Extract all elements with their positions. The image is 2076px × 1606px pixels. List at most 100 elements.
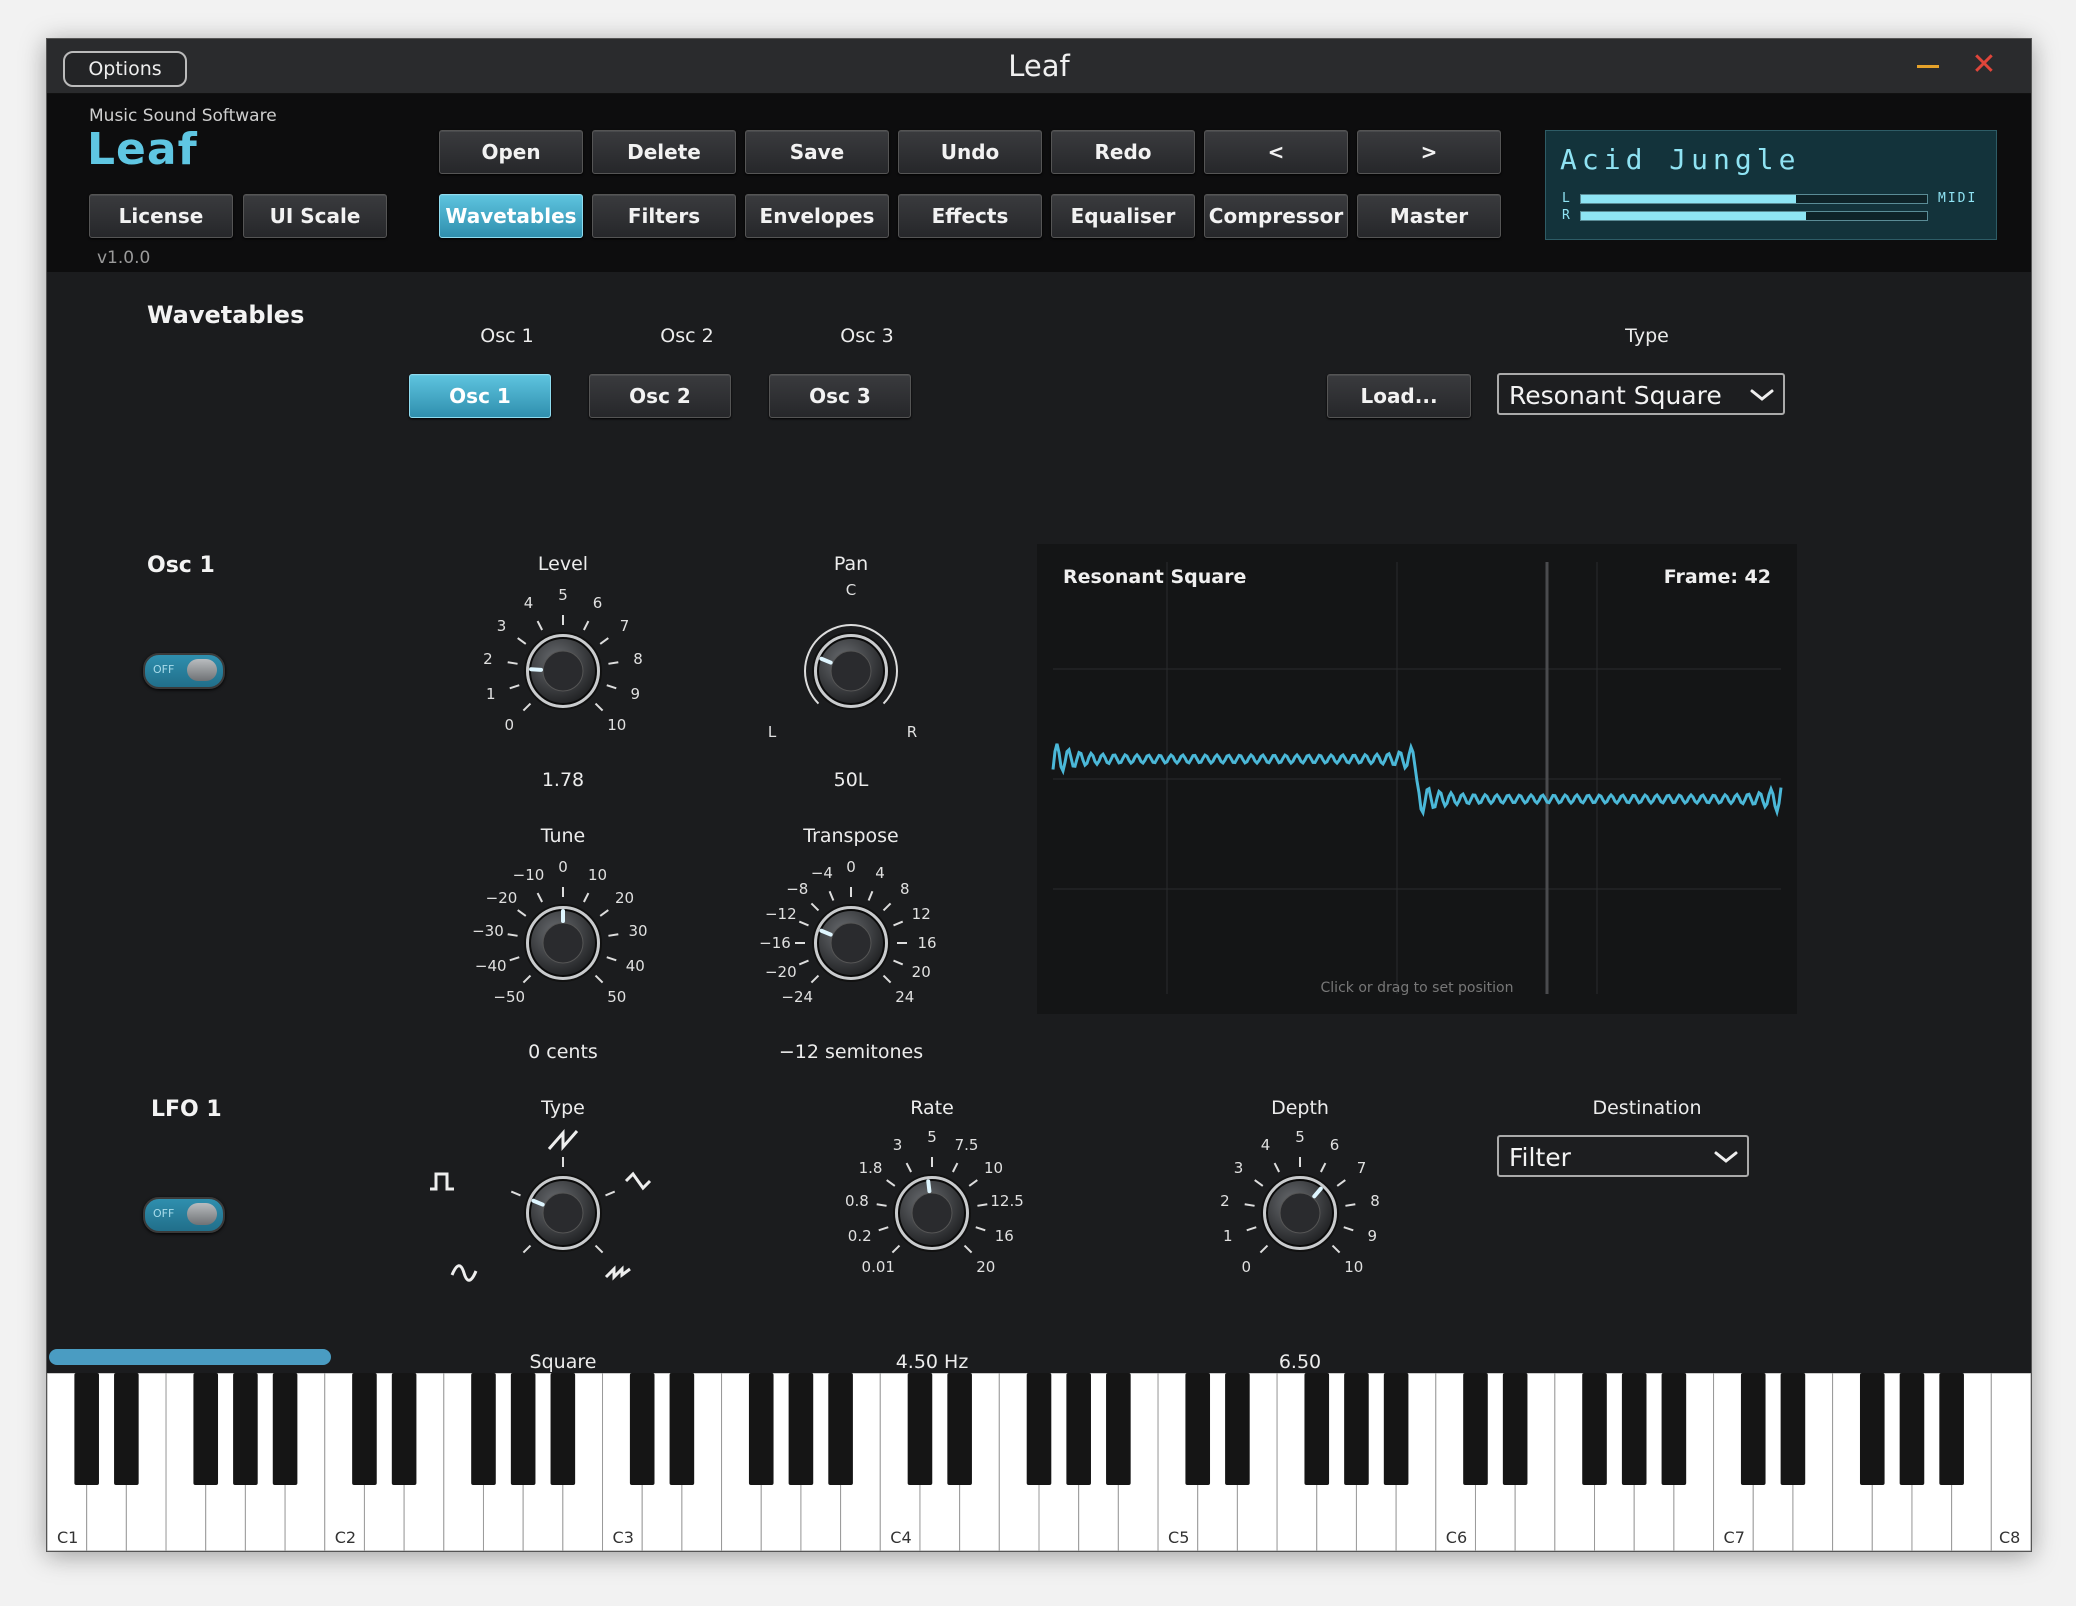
ui-scale-button[interactable]: UI Scale — [243, 194, 387, 238]
wavetable-type-dropdown[interactable]: Resonant Square — [1497, 373, 1785, 415]
knob-tick-mark — [828, 890, 835, 901]
square-wave-icon — [430, 1172, 454, 1191]
black-key[interactable] — [1344, 1373, 1369, 1485]
black-key[interactable] — [193, 1373, 219, 1485]
black-key[interactable] — [788, 1373, 814, 1485]
piano-keys[interactable]: C1 C2 C3 C4 C5 C6 C7 C8 — [47, 1373, 2031, 1551]
black-key[interactable] — [1383, 1373, 1409, 1485]
knob-tick-label: 2 — [1220, 1192, 1230, 1211]
knob-cap — [911, 1192, 953, 1234]
black-key[interactable] — [907, 1373, 933, 1485]
knob-tick-label: 4 — [875, 863, 885, 882]
preset-display: Acid Jungle L R MIDI — [1545, 130, 1997, 240]
open-button[interactable]: Open — [439, 130, 583, 174]
knob-cap — [1279, 1192, 1321, 1234]
black-key[interactable] — [1502, 1373, 1528, 1485]
black-key[interactable] — [510, 1373, 536, 1485]
knob-tick-mark — [882, 902, 892, 912]
black-key[interactable] — [1185, 1373, 1211, 1485]
tab-envelopes[interactable]: Envelopes — [745, 194, 889, 238]
tab-effects[interactable]: Effects — [898, 194, 1042, 238]
osc1-power-toggle[interactable]: OFF — [143, 653, 225, 689]
osc1-select-button[interactable]: Osc 1 — [409, 374, 551, 418]
osc3-select-button[interactable]: Osc 3 — [769, 374, 911, 418]
knob-tick-mark — [594, 974, 604, 984]
black-key[interactable] — [1106, 1373, 1131, 1485]
black-key[interactable] — [1661, 1373, 1687, 1485]
save-button[interactable]: Save — [745, 130, 889, 174]
black-key[interactable] — [74, 1373, 99, 1485]
pan-knob[interactable] — [786, 606, 916, 736]
osc2-select-button[interactable]: Osc 2 — [589, 374, 731, 418]
osc1-toggle-label: OFF — [153, 663, 175, 676]
sine-wave-icon — [450, 1264, 478, 1282]
tab-filters[interactable]: Filters — [592, 194, 736, 238]
minimize-icon[interactable] — [1917, 65, 1939, 68]
black-key[interactable] — [550, 1373, 576, 1485]
knob-tick-label: 8 — [633, 650, 643, 669]
black-key[interactable] — [1780, 1373, 1806, 1485]
wavetable-type-value: Resonant Square — [1509, 381, 1722, 410]
black-key[interactable] — [629, 1373, 655, 1485]
next-preset-button[interactable]: > — [1357, 130, 1501, 174]
license-button[interactable]: License — [89, 194, 233, 238]
black-key[interactable] — [114, 1373, 139, 1485]
black-key[interactable] — [1582, 1373, 1607, 1485]
knob-tick-mark — [510, 1190, 521, 1197]
black-key[interactable] — [1026, 1373, 1052, 1485]
black-key[interactable] — [1859, 1373, 1885, 1485]
black-key[interactable] — [233, 1373, 258, 1485]
black-key[interactable] — [1304, 1373, 1330, 1485]
load-wavetable-button[interactable]: Load... — [1327, 374, 1471, 418]
knob-cap — [830, 650, 872, 692]
lfo-type-knob[interactable] — [498, 1148, 628, 1278]
black-key[interactable] — [1066, 1373, 1091, 1485]
knob-tick-mark — [798, 920, 809, 927]
knob-tick-mark — [536, 620, 544, 631]
black-key[interactable] — [947, 1373, 972, 1485]
black-key[interactable] — [272, 1373, 298, 1485]
black-key[interactable] — [1939, 1373, 1964, 1485]
keyboard-scrollbar[interactable] — [49, 1349, 331, 1365]
knob-tick-mark — [951, 1162, 959, 1173]
black-key[interactable] — [1621, 1373, 1647, 1485]
black-key[interactable] — [1899, 1373, 1925, 1485]
black-key[interactable] — [1225, 1373, 1250, 1485]
black-key[interactable] — [352, 1373, 377, 1485]
knob-tick-label: 8 — [1370, 1192, 1380, 1211]
black-key[interactable] — [391, 1373, 417, 1485]
delete-button[interactable]: Delete — [592, 130, 736, 174]
redo-button[interactable]: Redo — [1051, 130, 1195, 174]
knob-tick-mark — [594, 1244, 604, 1254]
knob-tick-mark — [810, 902, 820, 912]
company-name: Music Sound Software — [89, 106, 277, 126]
black-key[interactable] — [1463, 1373, 1488, 1485]
black-key[interactable] — [828, 1373, 853, 1485]
knob-tick-label: 6 — [592, 594, 603, 613]
white-key[interactable] — [1990, 1373, 2031, 1551]
lfo1-power-toggle[interactable]: OFF — [143, 1197, 225, 1233]
knob-tick-mark — [599, 637, 609, 645]
chevron-down-icon — [1714, 1151, 1738, 1163]
version-label: v1.0.0 — [97, 248, 151, 268]
black-key[interactable] — [669, 1373, 695, 1485]
wavetable-type-label: Type — [1625, 325, 1669, 347]
undo-button[interactable]: Undo — [898, 130, 1042, 174]
tab-equaliser[interactable]: Equaliser — [1051, 194, 1195, 238]
lfo1-toggle-label: OFF — [153, 1207, 175, 1220]
black-key[interactable] — [471, 1373, 496, 1485]
octave-label: C3 — [613, 1528, 634, 1547]
wavetable-display-title: Resonant Square — [1063, 566, 1247, 588]
black-key[interactable] — [748, 1373, 774, 1485]
piano-keyboard[interactable]: C1 C2 C3 C4 C5 C6 C7 C8 — [47, 1373, 2031, 1551]
wavetable-display[interactable]: Resonant Square Frame: 42 Click or drag … — [1037, 544, 1797, 1014]
previous-preset-button[interactable]: < — [1204, 130, 1348, 174]
black-key[interactable] — [1740, 1373, 1766, 1485]
tab-compressor[interactable]: Compressor — [1204, 194, 1348, 238]
lfo-destination-dropdown[interactable]: Filter — [1497, 1135, 1749, 1177]
tab-wavetables[interactable]: Wavetables — [439, 194, 583, 238]
close-icon[interactable]: ✕ — [1969, 49, 1999, 81]
tab-master[interactable]: Master — [1357, 194, 1501, 238]
knob-tick-label: 50 — [607, 987, 627, 1006]
knob-tick-mark — [1273, 1162, 1281, 1173]
